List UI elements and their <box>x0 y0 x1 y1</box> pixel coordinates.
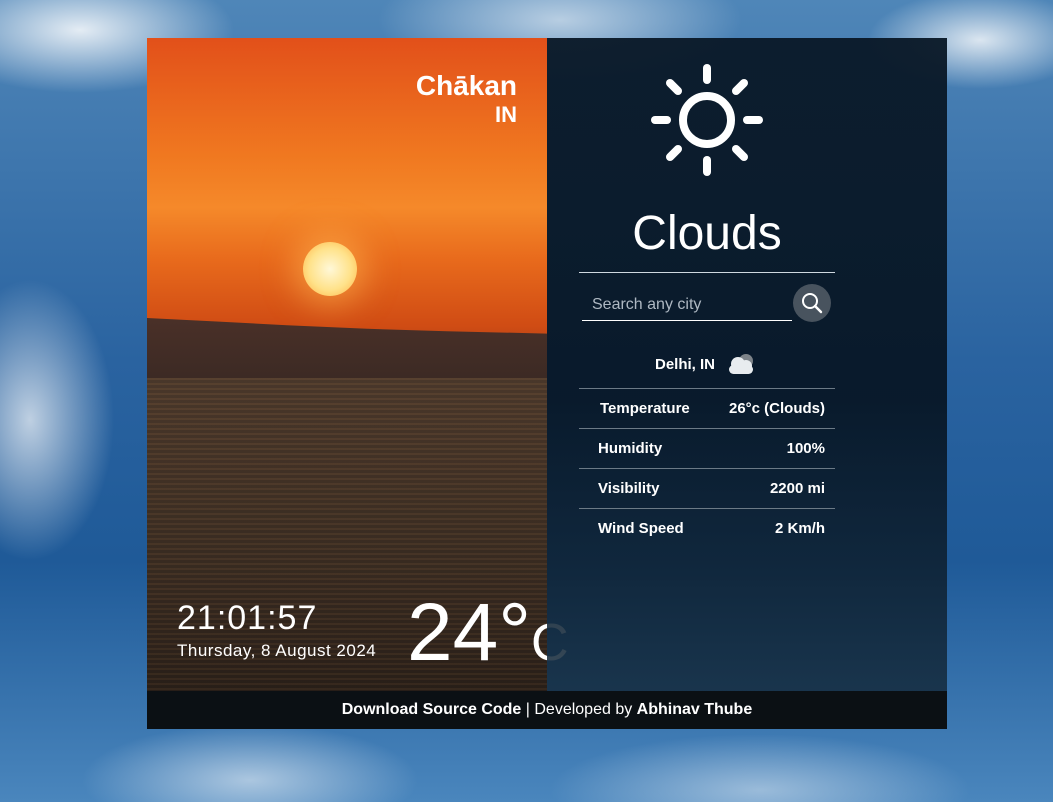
city-name: Chākan <box>415 70 517 101</box>
searched-city-row: Delhi, IN <box>579 348 835 380</box>
detail-row-temperature: Temperature 26°c (Clouds) <box>579 388 835 428</box>
search-icon <box>802 293 823 314</box>
current-time: 21:01:57 <box>177 599 318 637</box>
temperature-value: 24° <box>407 587 532 678</box>
location-block: Chākan IN <box>416 70 517 128</box>
detail-value: 100% <box>786 440 825 457</box>
detail-value: 2 Km/h <box>774 520 825 537</box>
detail-row-wind-speed: Wind Speed 2 Km/h <box>579 508 835 548</box>
cloud-icon <box>729 354 753 374</box>
footer: Download Source Code | Developed by Abhi… <box>147 691 947 729</box>
footer-separator: | Developed by <box>521 701 637 718</box>
current-date: Thursday, 8 August 2024 <box>177 641 377 660</box>
searched-city-label: Delhi, IN <box>654 355 715 373</box>
weather-condition: Clouds <box>632 207 782 260</box>
weather-app: Chākan IN 21:01:57 Thursday, 8 August 20… <box>147 38 947 729</box>
detail-label: Visibility <box>598 480 660 497</box>
sun-icon <box>651 64 763 176</box>
detail-label: Humidity <box>598 440 663 457</box>
clock-block: 21:01:57 Thursday, 8 August 2024 <box>177 598 376 662</box>
download-source-link[interactable]: Download Source Code <box>342 701 522 719</box>
city-search-input[interactable] <box>582 289 792 321</box>
detail-label: Wind Speed <box>598 520 684 537</box>
detail-row-visibility: Visibility 2200 mi <box>579 468 835 508</box>
detail-value: 2200 mi <box>769 480 825 497</box>
weather-details: Temperature 26°c (Clouds) Humidity 100% … <box>579 388 835 548</box>
author-name: Abhinav Thube <box>636 701 753 718</box>
divider <box>579 272 835 273</box>
search-button[interactable] <box>793 284 831 322</box>
detail-value: 26°c (Clouds) <box>728 400 825 417</box>
hills-image <box>147 318 547 378</box>
country-code: IN <box>495 102 517 127</box>
sunset-sun-image <box>303 242 357 296</box>
detail-row-humidity: Humidity 100% <box>579 428 835 468</box>
detail-label: Temperature <box>600 400 690 417</box>
temperature-display: 24°C <box>407 590 569 676</box>
forecast-panel: Clouds Delhi, IN Temperature 26°c (Cloud… <box>547 38 947 691</box>
